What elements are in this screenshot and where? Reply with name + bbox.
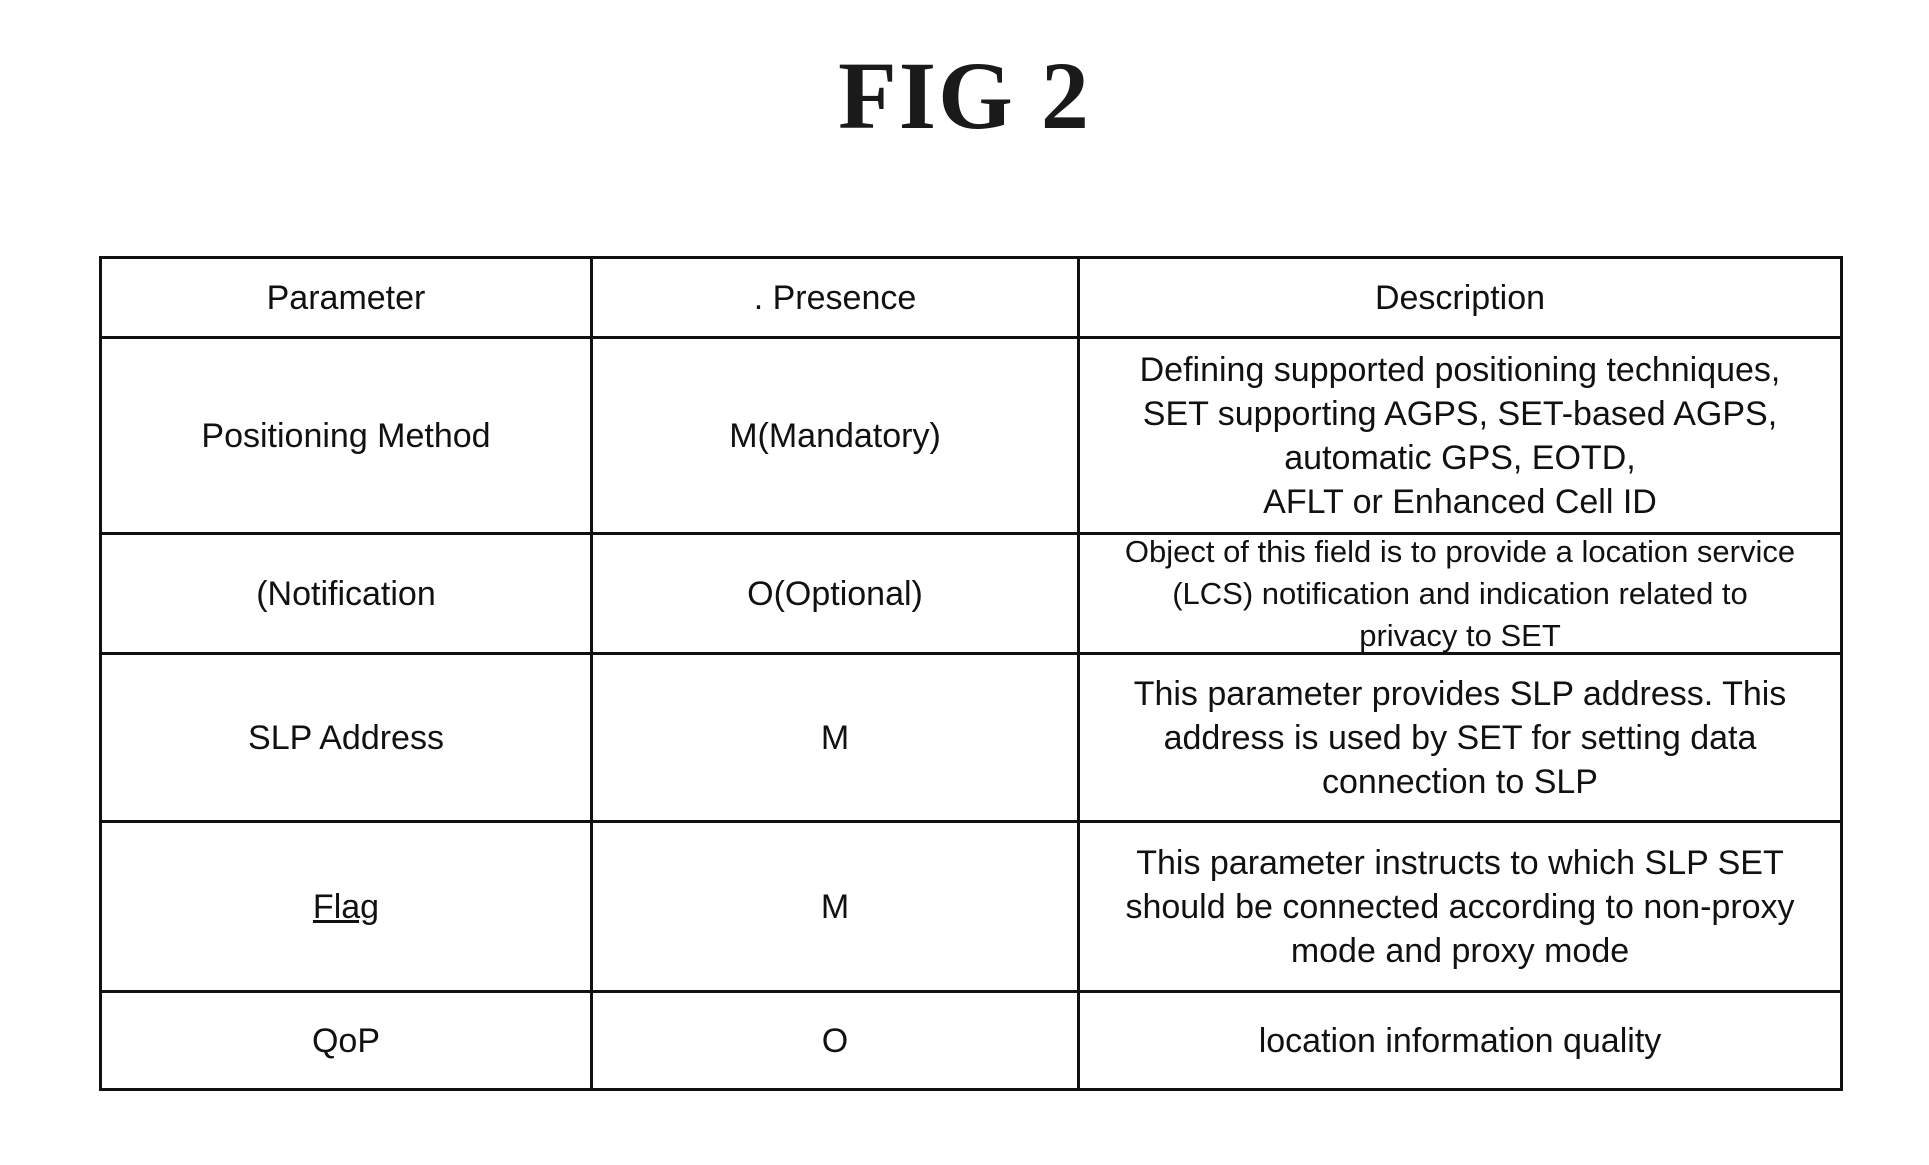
header-parameter: Parameter xyxy=(102,259,593,336)
cell-parameter: (Notification xyxy=(102,535,593,652)
cell-presence: M(Mandatory) xyxy=(593,339,1080,532)
cell-parameter: QoP xyxy=(102,993,593,1088)
cell-presence: M xyxy=(593,655,1080,820)
cell-description: This parameter instructs to which SLP SE… xyxy=(1125,843,1795,970)
cell-presence: O(Optional) xyxy=(593,535,1080,652)
table-row: SLP Address M This parameter provides SL… xyxy=(102,655,1840,823)
header-presence: . Presence xyxy=(593,259,1080,336)
table-row: (Notification O(Optional) Object of this… xyxy=(102,533,1840,655)
cell-presence: M xyxy=(593,823,1080,990)
figure-title: FIG 2 xyxy=(838,42,1091,149)
table-row: Flag M This parameter instructs to which… xyxy=(102,823,1840,993)
cell-description: Defining supported positioning technique… xyxy=(1139,350,1781,521)
cell-presence: O xyxy=(593,993,1080,1088)
cell-description: Object of this field is to provide a loc… xyxy=(1124,533,1796,653)
table-row: Positioning Method M(Mandatory) Defining… xyxy=(102,339,1840,535)
parameter-table: Parameter . Presence Description Positio… xyxy=(99,256,1843,1091)
cell-description: location information quality xyxy=(1258,1021,1662,1060)
cell-parameter-wrap: Flag xyxy=(102,823,593,990)
cell-parameter: Positioning Method xyxy=(102,339,593,532)
cell-parameter: Flag xyxy=(312,887,380,926)
cell-description: This parameter provides SLP address. Thi… xyxy=(1133,674,1787,801)
table-header-row: Parameter . Presence Description xyxy=(102,259,1840,339)
table-row: QoP O location information quality xyxy=(102,993,1840,1088)
header-description: Description xyxy=(1374,278,1546,317)
cell-parameter: SLP Address xyxy=(102,655,593,820)
